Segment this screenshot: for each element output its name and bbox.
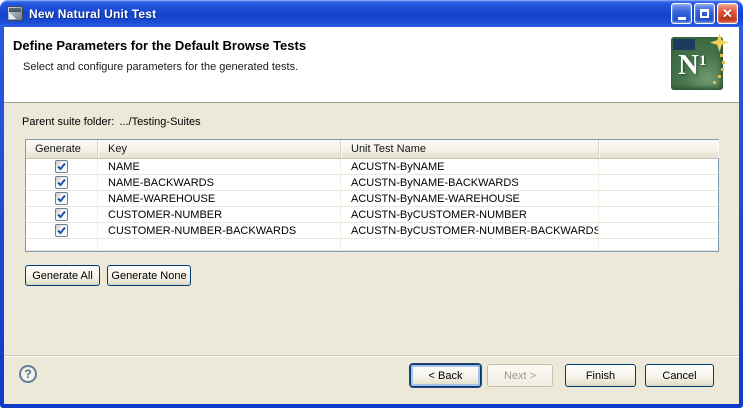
- title-bar[interactable]: New Natural Unit Test ✕: [0, 0, 743, 27]
- column-header-key[interactable]: Key: [98, 140, 341, 158]
- close-button[interactable]: ✕: [717, 3, 738, 24]
- column-header-generate[interactable]: Generate: [26, 140, 98, 158]
- generate-checkbox[interactable]: [55, 224, 68, 237]
- generate-checkbox[interactable]: [55, 176, 68, 189]
- key-cell: NAME: [98, 159, 341, 175]
- window-title: New Natural Unit Test: [29, 6, 157, 21]
- page-title: Define Parameters for the Default Browse…: [13, 38, 307, 53]
- dialog-frame: Define Parameters for the Default Browse…: [4, 27, 739, 404]
- back-button[interactable]: < Back: [410, 364, 481, 387]
- table-row[interactable]: CUSTOMER-NUMBER ACUSTN-ByCUSTOMER-NUMBER: [26, 207, 718, 223]
- table-row[interactable]: NAME-WAREHOUSE ACUSTN-ByNAME-WAREHOUSE: [26, 191, 718, 207]
- maximize-icon: [700, 9, 709, 18]
- parent-suite-label: Parent suite folder:: [22, 116, 115, 128]
- naturalone-logo-icon: N1: [671, 33, 729, 92]
- generate-none-button[interactable]: Generate None: [107, 265, 191, 286]
- unit-test-name-cell: ACUSTN-ByCUSTOMER-NUMBER: [341, 207, 599, 223]
- key-cell: CUSTOMER-NUMBER-BACKWARDS: [98, 223, 341, 239]
- table-header-row: Generate Key Unit Test Name: [26, 140, 718, 159]
- minimize-button[interactable]: [671, 3, 692, 24]
- table-empty-row: [26, 239, 718, 251]
- wizard-header: Define Parameters for the Default Browse…: [4, 27, 739, 103]
- window-controls: ✕: [671, 3, 738, 24]
- maximize-button[interactable]: [694, 3, 715, 24]
- table-row[interactable]: CUSTOMER-NUMBER-BACKWARDS ACUSTN-ByCUSTO…: [26, 223, 718, 239]
- generate-checkbox[interactable]: [55, 192, 68, 205]
- key-cell: CUSTOMER-NUMBER: [98, 207, 341, 223]
- wizard-window-icon: [7, 6, 23, 21]
- parent-suite-value: .../Testing-Suites: [119, 116, 201, 128]
- unit-test-name-cell: ACUSTN-ByCUSTOMER-NUMBER-BACKWARDS: [341, 223, 599, 239]
- generate-all-button[interactable]: Generate All: [25, 265, 100, 286]
- unit-test-name-cell: ACUSTN-ByNAME-BACKWARDS: [341, 175, 599, 191]
- key-cell: NAME-BACKWARDS: [98, 175, 341, 191]
- cancel-button[interactable]: Cancel: [645, 364, 714, 387]
- next-button: Next >: [487, 364, 553, 387]
- minimize-icon: [677, 17, 686, 20]
- unit-test-name-cell: ACUSTN-ByNAME: [341, 159, 599, 175]
- help-icon[interactable]: ?: [19, 365, 37, 383]
- logo-letter: N1: [678, 49, 707, 81]
- table-row[interactable]: NAME-BACKWARDS ACUSTN-ByNAME-BACKWARDS: [26, 175, 718, 191]
- wizard-button-bar: ? < Back Next > Finish Cancel: [4, 355, 739, 403]
- close-icon: ✕: [722, 6, 733, 21]
- parent-suite-folder: Parent suite folder: .../Testing-Suites: [22, 116, 201, 128]
- generate-checkbox[interactable]: [55, 160, 68, 173]
- wizard-content: Parent suite folder: .../Testing-Suites G…: [4, 103, 739, 355]
- finish-button[interactable]: Finish: [565, 364, 636, 387]
- parameters-table: Generate Key Unit Test Name NAME ACUSTN-…: [25, 139, 719, 252]
- column-header-empty: [599, 140, 718, 158]
- unit-test-name-cell: ACUSTN-ByNAME-WAREHOUSE: [341, 191, 599, 207]
- page-subtitle: Select and configure parameters for the …: [23, 61, 299, 73]
- column-header-unit-test-name[interactable]: Unit Test Name: [341, 140, 599, 158]
- key-cell: NAME-WAREHOUSE: [98, 191, 341, 207]
- table-row[interactable]: NAME ACUSTN-ByNAME: [26, 159, 718, 175]
- generate-checkbox[interactable]: [55, 208, 68, 221]
- dialog-window: New Natural Unit Test ✕ Define Parameter…: [0, 0, 743, 408]
